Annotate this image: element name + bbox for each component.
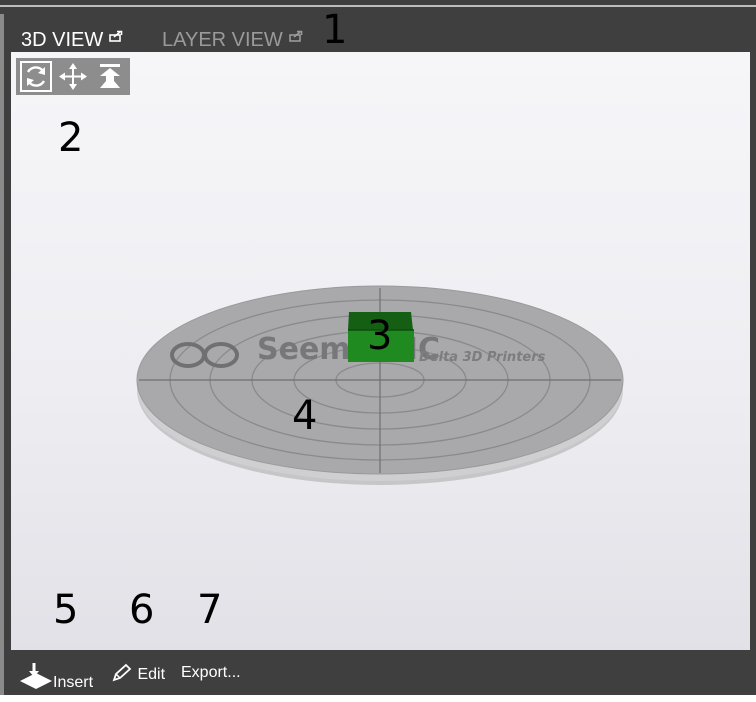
top-divider: [0, 5, 756, 7]
callout-1: 1: [322, 7, 348, 53]
export-button[interactable]: Export...: [181, 663, 241, 683]
action-bar: Insert Edit Export...: [4, 650, 756, 695]
edit-label: Edit: [137, 666, 166, 683]
view-toolbox: [16, 58, 130, 95]
view-tab-bar: 3D VIEW LAYER VIEW: [4, 8, 756, 52]
callout-7: 7: [197, 587, 223, 633]
tab-3d-view[interactable]: 3D VIEW: [21, 24, 123, 52]
insert-label: Insert: [53, 674, 94, 691]
bed-logo-subtext: Delta 3D Printers: [419, 350, 546, 365]
tab-3d-view-label: 3D VIEW: [21, 29, 104, 51]
insert-icon: [20, 663, 52, 689]
pencil-icon: [112, 663, 132, 682]
drop-to-bed-tool-button[interactable]: [94, 61, 126, 92]
edit-button[interactable]: Edit: [111, 663, 165, 685]
rotate-tool-button[interactable]: [20, 61, 52, 92]
move-tool-button[interactable]: [57, 61, 89, 92]
rotate-icon: [26, 66, 46, 87]
popout-icon[interactable]: [288, 24, 303, 48]
callout-3: 3: [367, 313, 393, 359]
callout-6: 6: [129, 587, 155, 633]
tab-layer-view-label: LAYER VIEW: [162, 29, 283, 51]
3d-viewport[interactable]: SeemeCNC Delta 3D Printers: [11, 52, 750, 650]
callout-4: 4: [292, 393, 318, 439]
tab-layer-view[interactable]: LAYER VIEW: [162, 24, 303, 52]
left-edge-bar: [0, 14, 4, 702]
app-window: 3D VIEW LAYER VIEW Delta 3D Printers 2 3…: [0, 0, 756, 702]
insert-button[interactable]: Insert: [19, 663, 93, 693]
callout-5: 5: [53, 587, 79, 633]
drop-to-bed-icon: [100, 64, 120, 88]
bottom-divider: [0, 695, 756, 702]
export-label: Export...: [181, 664, 241, 681]
popout-icon[interactable]: [109, 24, 123, 48]
callout-2: 2: [58, 115, 84, 161]
move-icon: [59, 63, 87, 90]
